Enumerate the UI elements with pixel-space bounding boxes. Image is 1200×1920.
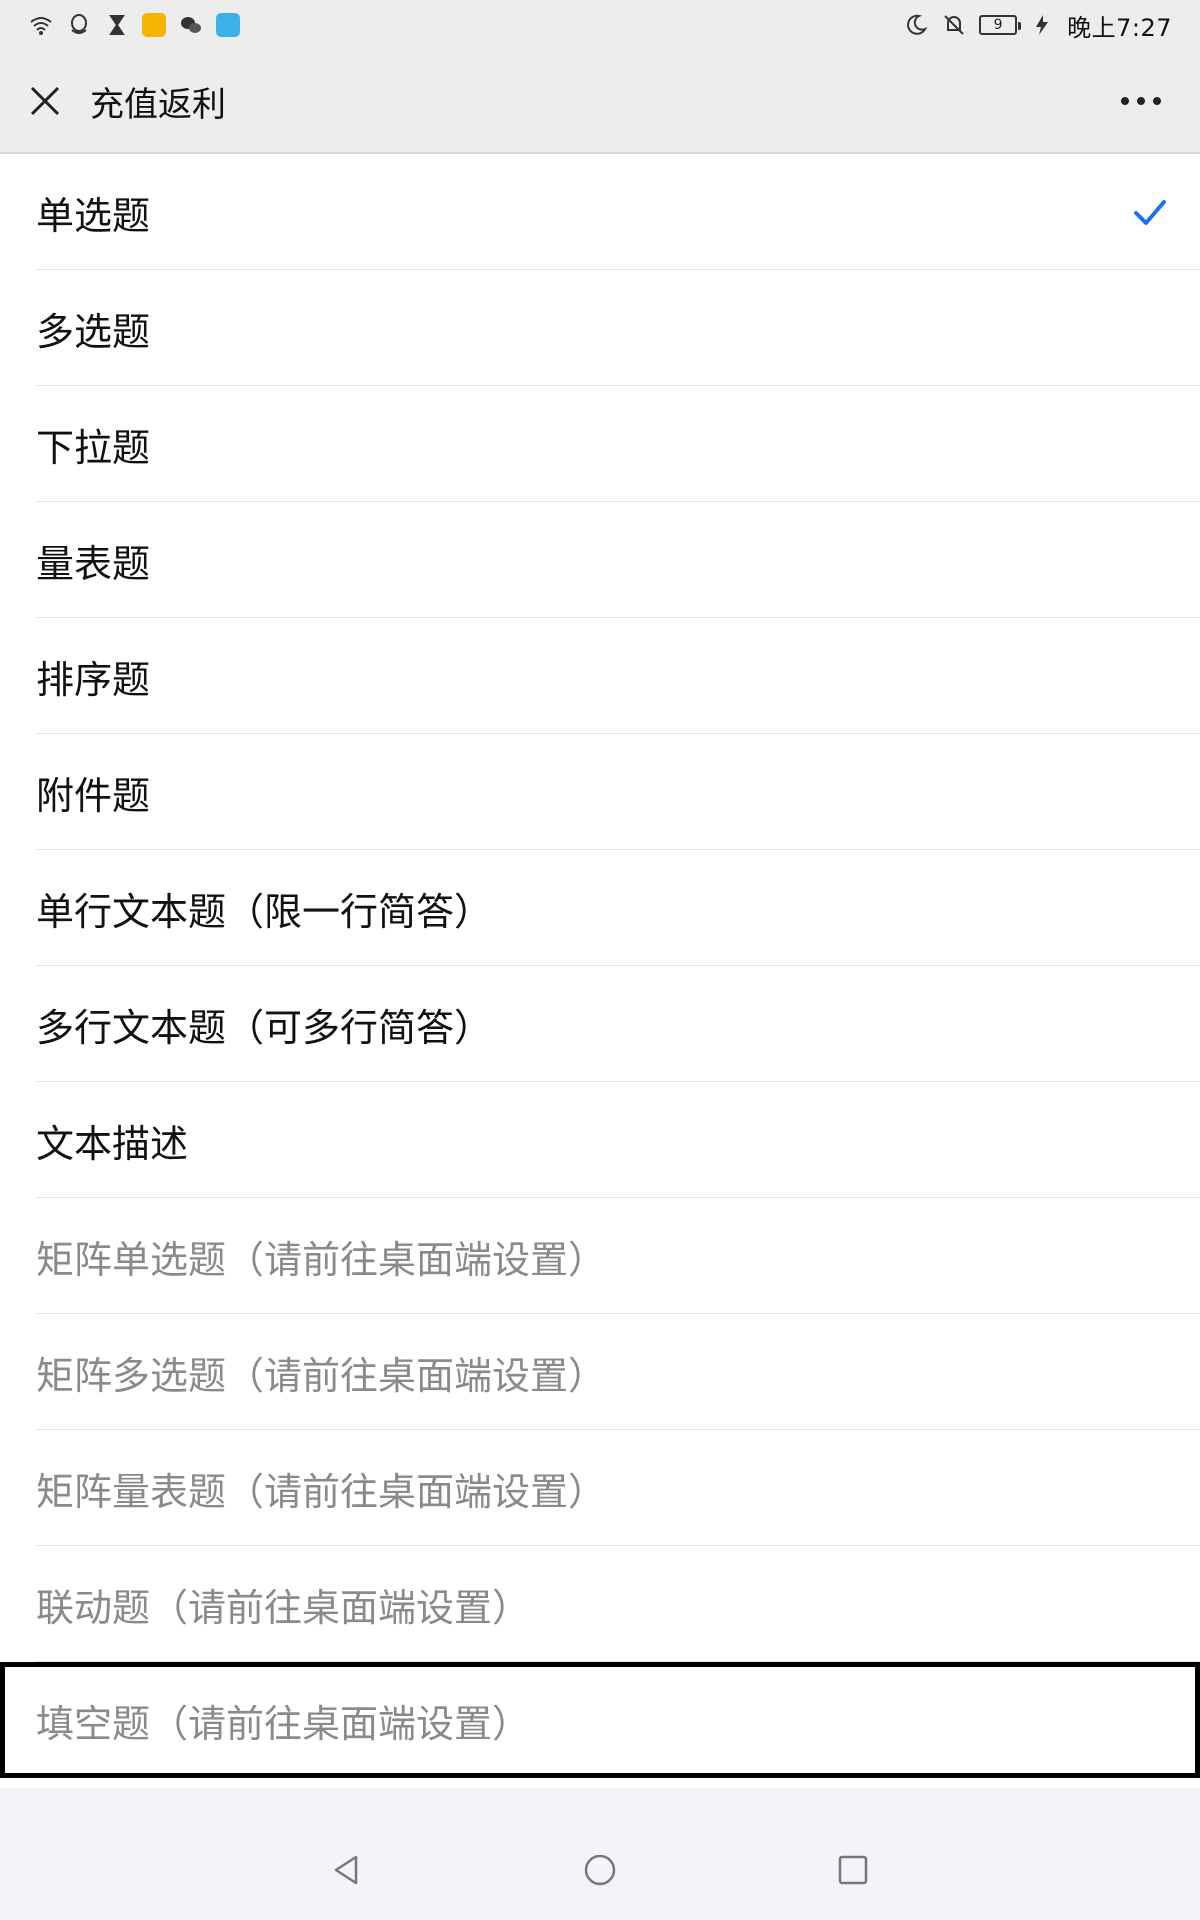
list-item-dropdown[interactable]: 下拉题	[0, 386, 1200, 502]
more-icon	[1121, 97, 1161, 105]
title-bar: 充值返利	[0, 50, 1200, 154]
page-title: 充值返利	[90, 84, 226, 125]
list-item-label: 多行文本题（可多行简答）	[36, 1005, 493, 1050]
list-item-label: 多选题	[36, 309, 151, 354]
list-item-label: 单选题	[36, 193, 151, 238]
list-item-matrix-scale[interactable]: 矩阵量表题（请前往桌面端设置）	[0, 1430, 1200, 1546]
home-circle-icon	[584, 1854, 616, 1886]
qq-icon	[66, 12, 92, 38]
list-item-matrix-single-choice[interactable]: 矩阵单选题（请前往桌面端设置）	[0, 1198, 1200, 1314]
recents-button[interactable]	[818, 1835, 888, 1905]
system-nav-bar	[0, 1820, 1200, 1920]
checkmark-icon	[1134, 200, 1166, 225]
list-item-attachment[interactable]: 附件题	[0, 734, 1200, 850]
list-item-label: 量表题	[36, 541, 151, 586]
list-item-scale[interactable]: 量表题	[0, 502, 1200, 618]
list-item-label: 矩阵量表题（请前往桌面端设置）	[36, 1469, 607, 1514]
list-item-multiple-choice[interactable]: 多选题	[0, 270, 1200, 386]
list-item-label: 排序题	[36, 657, 151, 702]
camera-app-icon	[216, 13, 240, 37]
list-item-text-description[interactable]: 文本描述	[0, 1082, 1200, 1198]
more-button[interactable]	[1096, 49, 1186, 153]
list-item-multi-line-text[interactable]: 多行文本题（可多行简答）	[0, 966, 1200, 1082]
home-button[interactable]	[565, 1835, 635, 1905]
list-item-label: 单行文本题（限一行简答）	[36, 889, 493, 934]
app-icon	[142, 13, 166, 37]
charging-icon	[1029, 12, 1055, 38]
wechat-icon	[178, 12, 204, 38]
back-button[interactable]	[312, 1835, 382, 1905]
list-item-label: 下拉题	[36, 425, 151, 470]
close-icon	[30, 86, 60, 116]
list-item-ranking[interactable]: 排序题	[0, 618, 1200, 734]
list-item-label: 填空题（请前往桌面端设置）	[36, 1701, 531, 1746]
recents-square-icon	[839, 1855, 868, 1885]
list-item-matrix-multiple-choice[interactable]: 矩阵多选题（请前往桌面端设置）	[0, 1314, 1200, 1430]
list-item-label: 附件题	[36, 773, 151, 818]
hourglass-icon	[104, 12, 130, 38]
list-item-linked-question[interactable]: 联动题（请前往桌面端设置）	[0, 1546, 1200, 1662]
list-item-label: 矩阵单选题（请前往桌面端设置）	[36, 1237, 607, 1282]
list-item-fill-in-blank[interactable]: 填空题（请前往桌面端设置）	[0, 1662, 1200, 1778]
battery-icon: 9	[979, 15, 1022, 35]
app-root: 9 晚上7:27 充值返利 单选题 多选题 下拉题 量表题 排序题 附件题 单行…	[0, 0, 1200, 1920]
back-triangle-icon	[334, 1855, 357, 1885]
question-type-list: 单选题 多选题 下拉题 量表题 排序题 附件题 单行文本题（限一行简答） 多行文…	[0, 154, 1200, 1778]
list-item-single-choice[interactable]: 单选题	[0, 154, 1200, 270]
close-button[interactable]	[0, 49, 90, 153]
moon-icon	[903, 12, 929, 38]
bell-off-icon	[941, 12, 967, 38]
list-item-label: 联动题（请前往桌面端设置）	[36, 1585, 531, 1630]
list-item-single-line-text[interactable]: 单行文本题（限一行简答）	[0, 850, 1200, 966]
status-right-icons: 9 晚上7:27	[903, 8, 1172, 43]
status-bar: 9 晚上7:27	[0, 0, 1200, 50]
status-time: 晚上7:27	[1067, 13, 1172, 42]
list-item-label: 矩阵多选题（请前往桌面端设置）	[36, 1353, 607, 1398]
status-left-icons	[28, 12, 240, 38]
wifi-icon	[28, 12, 54, 38]
list-item-label: 文本描述	[36, 1121, 189, 1166]
